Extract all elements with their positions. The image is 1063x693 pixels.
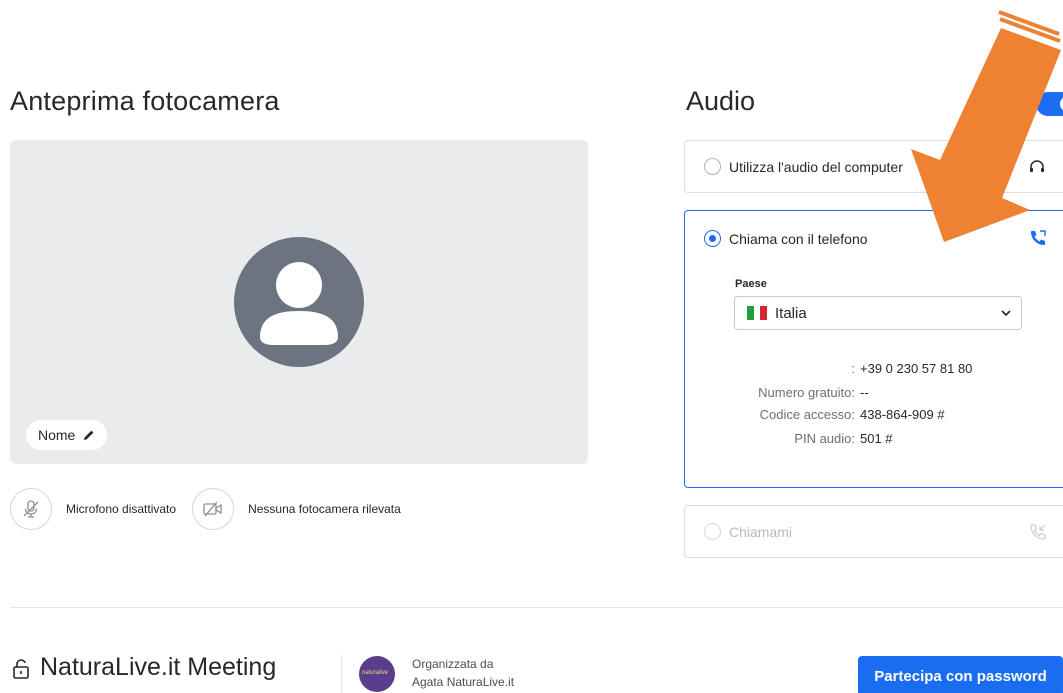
- name-edit-chip[interactable]: Nome: [26, 420, 108, 450]
- flag-stripe-green: [747, 306, 754, 320]
- audio-toggle[interactable]: [1036, 92, 1063, 116]
- dial-key: Numero gratuito:: [758, 385, 855, 400]
- dial-key: PIN audio:: [794, 431, 855, 446]
- dial-row-tollfree: Numero gratuito: --: [685, 385, 1063, 403]
- footer-divider: [10, 607, 1063, 608]
- phone-audio-label: Chiama con il telefono: [729, 231, 868, 247]
- radio-callme[interactable]: [704, 523, 721, 540]
- audio-option-computer[interactable]: Utilizza l'audio del computer: [684, 140, 1063, 193]
- callme-label: Chiamami: [729, 524, 793, 540]
- country-value: Italia: [775, 304, 807, 322]
- mic-toggle-button[interactable]: [10, 488, 52, 530]
- chevron-down-icon: [1001, 310, 1011, 317]
- mic-status-label: Microfono disattivato: [66, 502, 177, 516]
- dial-row-access-code: Codice accesso: 438-864-909 #: [685, 407, 1063, 425]
- audio-option-callme[interactable]: Chiamami: [684, 505, 1063, 558]
- dial-key: Codice accesso:: [759, 407, 855, 422]
- flag-stripe-red: [760, 306, 768, 320]
- camera-preview: Nome: [10, 140, 588, 464]
- pencil-icon: [84, 430, 94, 440]
- dial-row-audio-pin: PIN audio: 501 #: [685, 431, 1063, 449]
- camera-toggle-button[interactable]: [192, 488, 235, 530]
- join-meeting-page: Anteprima fotocamera Nome Microfono disa…: [0, 0, 1063, 693]
- dial-key: :: [851, 361, 855, 376]
- media-controls: Microfono disattivato Nessuna fotocamera…: [10, 488, 417, 530]
- phone-icon: [1031, 230, 1046, 245]
- dial-value: +39 0 230 57 81 80: [860, 361, 973, 376]
- dial-row-number: : +39 0 230 57 81 80: [685, 361, 1063, 379]
- user-silhouette-icon: [260, 262, 338, 345]
- audio-option-phone[interactable]: Chiama con il telefono Paese Italia : +3…: [684, 210, 1063, 488]
- radio-phone-audio[interactable]: [704, 230, 721, 247]
- country-label: Paese: [735, 278, 767, 290]
- radio-computer-audio[interactable]: [704, 158, 721, 175]
- camera-preview-title: Anteprima fotocamera: [10, 86, 280, 116]
- meeting-title: NaturaLive.it Meeting: [40, 653, 277, 681]
- flag-stripe-white: [753, 306, 761, 320]
- mic-off-icon: [23, 500, 39, 518]
- country-select[interactable]: Italia: [734, 296, 1022, 330]
- headphones-icon: [1030, 160, 1044, 172]
- dial-value: 438-864-909 #: [860, 407, 945, 422]
- italy-flag-icon: [747, 306, 768, 320]
- dial-value: --: [860, 385, 869, 400]
- dial-value: 501 #: [860, 431, 893, 446]
- unlocked-icon: [13, 659, 29, 679]
- name-label: Nome: [38, 427, 76, 443]
- avatar: [234, 237, 364, 367]
- join-with-password-button[interactable]: Partecipa con password: [858, 656, 1063, 693]
- footer-separator: [341, 655, 342, 693]
- organizer-caption: Organizzata da: [412, 657, 494, 671]
- computer-audio-label: Utilizza l'audio del computer: [729, 159, 903, 175]
- camera-status-label: Nessuna fotocamera rilevata: [248, 502, 401, 516]
- camera-off-icon: [203, 501, 222, 517]
- organizer-avatar: naturalive: [359, 656, 395, 692]
- audio-title: Audio: [686, 86, 756, 116]
- organizer-name: Agata NaturaLive.it: [412, 675, 515, 689]
- incoming-call-icon: [1030, 524, 1046, 540]
